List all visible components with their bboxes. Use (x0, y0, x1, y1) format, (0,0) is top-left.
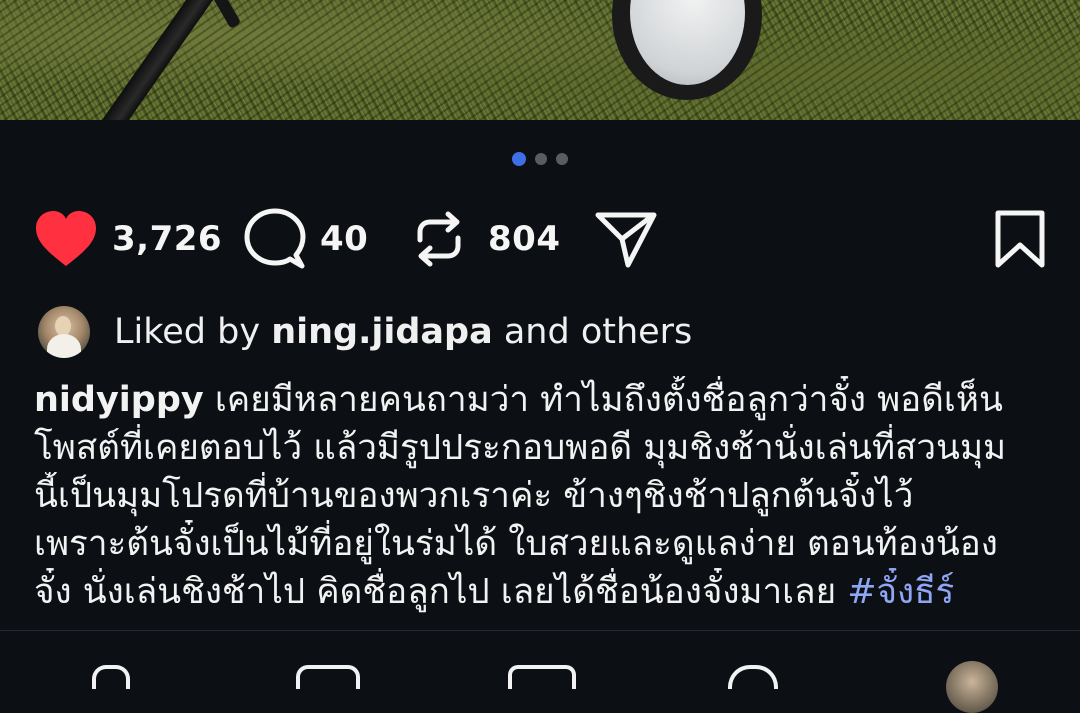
avatar-face (55, 316, 71, 336)
like-button[interactable]: 3,726 (34, 204, 222, 274)
paper-plane-icon[interactable] (594, 209, 658, 269)
comment-button[interactable]: 40 (244, 204, 368, 274)
liked-by-row[interactable]: Liked by ning.jidapa and others (38, 306, 692, 358)
bookmark-icon[interactable] (994, 210, 1046, 268)
search-icon[interactable] (728, 665, 778, 689)
comment-bubble-icon[interactable] (244, 208, 306, 270)
post-photo[interactable] (0, 0, 1080, 120)
carousel-dot (535, 153, 547, 165)
liked-by-avatar[interactable] (38, 306, 90, 358)
caption-username[interactable]: nidyippy (34, 380, 204, 420)
caption-text: เคยมีหลายคนถามว่า ทำไมถึงตั้งชื่อลูกว่าจ… (203, 380, 1003, 420)
send-icon[interactable] (508, 665, 576, 689)
profile-avatar[interactable] (946, 661, 998, 713)
liked-by-username[interactable]: ning.jidapa (271, 312, 493, 352)
caption-hashtag[interactable]: #จั๋งธีร์ (847, 572, 954, 612)
repost-count[interactable]: 804 (488, 219, 560, 259)
like-count[interactable]: 3,726 (112, 219, 222, 259)
carousel-dot-active (512, 152, 526, 166)
save-button[interactable] (994, 204, 1046, 274)
caption-line: nidyippy เคยมีหลายคนถามว่า ทำไมถึงตั้งชื… (34, 376, 1050, 424)
heart-icon[interactable] (34, 210, 98, 268)
repost-icon[interactable] (412, 210, 466, 268)
carousel-indicator (0, 152, 1080, 166)
carousel-dot (556, 153, 568, 165)
caption-text: จั๋ง นั่งเล่นชิงช้าไป คิดชื่อลูกไป เลยได… (34, 572, 848, 612)
home-icon[interactable] (92, 665, 130, 689)
caption-line: เพราะต้นจั๋งเป็นไม้ที่อยู่ในร่มได้ ใบสวย… (34, 524, 998, 564)
caption-line: จั๋ง นั่งเล่นชิงช้าไป คิดชื่อลูกไป เลยได… (34, 568, 1050, 616)
caption-line: นี้เป็นมุมโปรดที่บ้านของพวกเราค่ะ ข้างๆช… (34, 476, 914, 516)
post-action-bar: 3,726 40 804 (34, 204, 1046, 274)
share-button[interactable] (594, 204, 658, 274)
bottom-nav-bar (0, 631, 1080, 713)
liked-by-prefix: Liked by (114, 312, 272, 352)
reels-icon[interactable] (296, 665, 360, 689)
avatar-body (47, 334, 81, 358)
caption-line: โพสต์ที่เคยตอบไว้ แล้วมีรูปประกอบพอดี มุ… (34, 428, 1007, 468)
comment-count[interactable]: 40 (320, 219, 368, 259)
post-caption: nidyippy เคยมีหลายคนถามว่า ทำไมถึงตั้งชื… (34, 376, 1050, 616)
liked-by-text[interactable]: Liked by ning.jidapa and others (114, 312, 692, 352)
repost-button[interactable]: 804 (412, 204, 560, 274)
liked-by-suffix[interactable]: and others (493, 312, 692, 352)
